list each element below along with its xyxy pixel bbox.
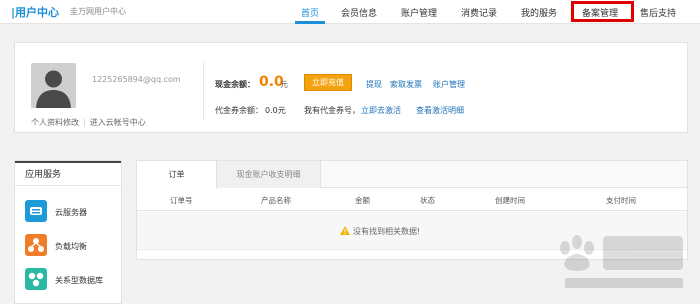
top-header: |用户中心 圭万网用户中心 首页 会员信息 账户管理 消费记录 我的服务 备案管… xyxy=(0,0,700,24)
sidebar-item-label: 云服务器 xyxy=(55,208,87,217)
cloud-server-icon xyxy=(25,200,47,222)
sidebar-item-label: 负载均衡 xyxy=(55,242,87,251)
cash-balance-unit: 元 xyxy=(280,80,288,89)
brand-title[interactable]: |用户中心 xyxy=(11,4,59,20)
sidebar-item-label: 关系型数据库 xyxy=(55,276,103,285)
user-email: 1225265894@qq.com xyxy=(92,75,181,84)
col-paid-time: 支付时间 xyxy=(606,196,636,205)
nav-member-info[interactable]: 会员信息 xyxy=(341,6,377,19)
edit-profile-link[interactable]: 个人资料修改 xyxy=(31,118,79,127)
nav-home[interactable]: 首页 xyxy=(301,6,319,19)
voucher-question-text: 我有代金券号， xyxy=(304,106,360,115)
voucher-balance-amount: 0.0元 xyxy=(265,106,286,115)
warning-icon xyxy=(340,226,350,235)
tab-bar: 订单 现金账户收支明细 xyxy=(137,161,687,189)
load-balance-icon xyxy=(25,234,47,256)
col-amount: 金额 xyxy=(355,196,370,205)
empty-message-text: 没有找到相关数据! xyxy=(353,227,421,236)
profile-links: 个人资料修改 | 进入云帐号中心 xyxy=(31,117,146,128)
voucher-balance-label: 代金券余额： xyxy=(215,106,263,115)
invoice-link[interactable]: 索取发票 xyxy=(390,79,422,90)
sidebar-item-database[interactable]: 关系型数据库 xyxy=(23,265,121,295)
nav-after-sales[interactable]: 售后支持 xyxy=(640,6,676,19)
nav-my-services[interactable]: 我的服务 xyxy=(521,6,557,19)
app-services-sidebar: 应用服务 云服务器 负载均衡 关系型数据库 xyxy=(14,160,122,304)
withdraw-link[interactable]: 提现 xyxy=(366,79,382,90)
tab-orders[interactable]: 订单 xyxy=(137,161,217,189)
col-created-time: 创建时间 xyxy=(495,196,525,205)
cloud-account-link[interactable]: 进入云帐号中心 xyxy=(90,118,146,127)
profile-card: 1225265894@qq.com 个人资料修改 | 进入云帐号中心 现金余额： 0… xyxy=(14,42,688,133)
nav-account-manage[interactable]: 账户管理 xyxy=(401,6,437,19)
nav-active-indicator xyxy=(295,21,325,24)
avatar[interactable] xyxy=(31,63,76,108)
account-manage-link[interactable]: 账户管理 xyxy=(433,79,465,90)
recharge-button[interactable]: 立即充值 xyxy=(304,74,352,91)
sidebar-item-load-balance[interactable]: 负载均衡 xyxy=(23,231,121,261)
divider xyxy=(203,61,204,119)
activate-now-link[interactable]: 立即去激活 xyxy=(361,105,401,116)
cash-balance-label: 现金余额： xyxy=(215,80,255,89)
view-activation-details-link[interactable]: 查看激活明细 xyxy=(416,105,464,116)
sidebar-item-cloud-server[interactable]: 云服务器 xyxy=(23,197,121,227)
empty-message: 没有找到相关数据! xyxy=(340,226,420,237)
col-order-no: 订单号 xyxy=(170,196,193,205)
database-icon xyxy=(25,268,47,290)
link-separator: | xyxy=(83,118,86,127)
col-product-name: 产品名称 xyxy=(261,196,291,205)
highlight-box xyxy=(571,1,634,22)
table-header: 订单号 产品名称 金额 状态 创建时间 支付时间 xyxy=(137,189,687,211)
col-status: 状态 xyxy=(420,196,435,205)
tab-cash-details[interactable]: 现金账户收支明细 xyxy=(217,161,321,188)
baidu-jingyan-watermark xyxy=(560,235,683,288)
nav-consumption[interactable]: 消费记录 xyxy=(461,6,497,19)
brand-subtitle: 圭万网用户中心 xyxy=(70,7,126,16)
user-silhouette-icon xyxy=(31,63,76,108)
sidebar-title: 应用服务 xyxy=(15,161,121,186)
